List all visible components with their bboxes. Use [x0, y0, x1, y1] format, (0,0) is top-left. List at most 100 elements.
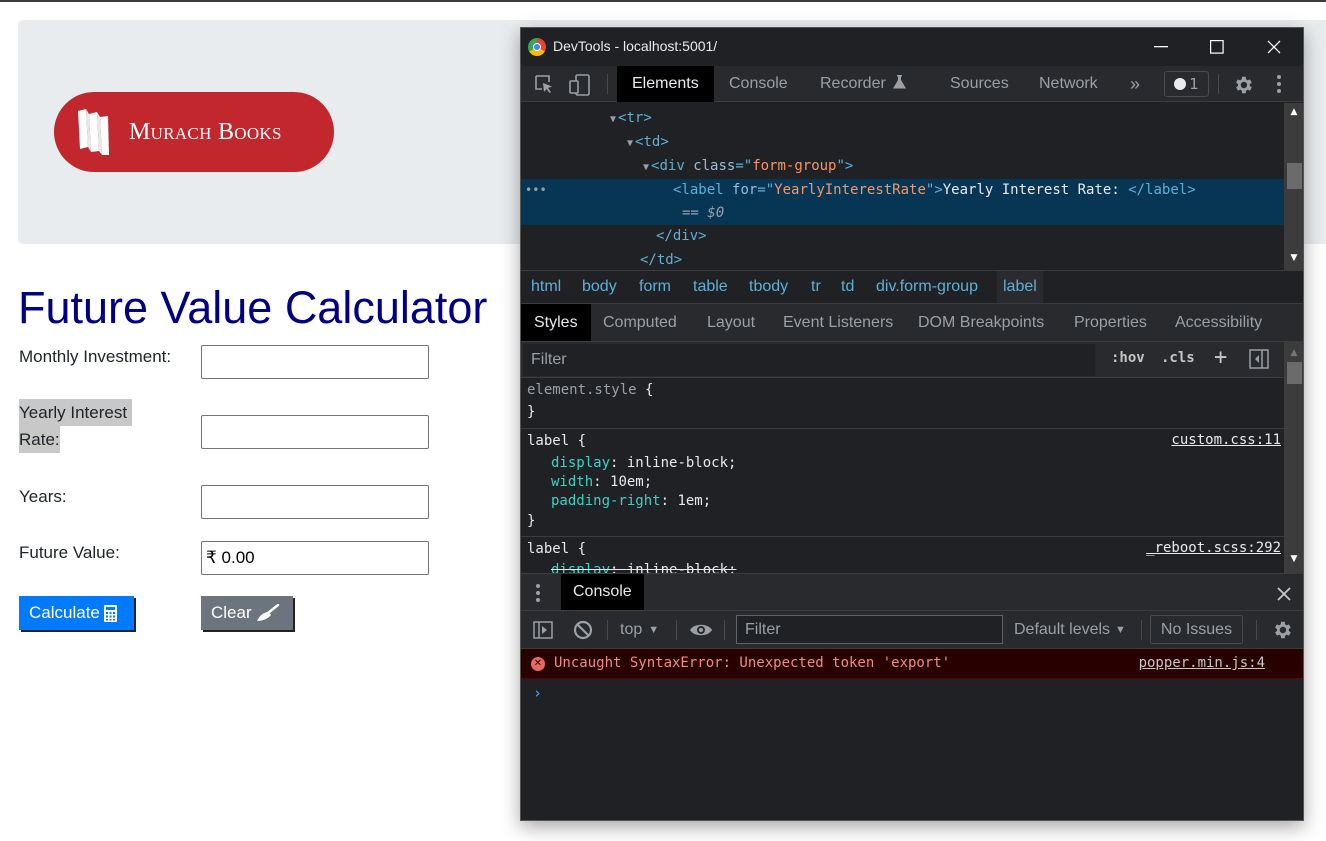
dom-node-div-close[interactable]: </div> — [521, 225, 1284, 248]
source-link-reboot-scss[interactable]: _reboot.scss:292 — [1146, 540, 1281, 556]
expand-triangle-icon[interactable]: ▼ — [610, 114, 616, 125]
minimize-button[interactable] — [1141, 34, 1181, 60]
dom-tree-scrollbar[interactable]: ▲ ▼ — [1284, 103, 1303, 270]
window-title: DevTools - localhost:5001/ — [553, 38, 718, 54]
dom-node-label-selected[interactable]: ••• <label for="YearlyInterestRate">Year… — [521, 179, 1284, 225]
scroll-down-arrow-icon[interactable]: ▼ — [1284, 554, 1303, 564]
breadcrumb-form[interactable]: form — [633, 271, 677, 303]
dropdown-arrow-icon: ▼ — [1115, 623, 1126, 636]
breadcrumb-tbody[interactable]: tbody — [743, 271, 794, 303]
breadcrumb-html[interactable]: html — [525, 271, 567, 303]
error-source-link[interactable]: popper.min.js:4 — [1139, 655, 1265, 671]
console-error-message[interactable]: ✕ Uncaught SyntaxError: Unexpected token… — [521, 649, 1303, 679]
no-issues-button[interactable]: No Issues — [1150, 615, 1243, 644]
dom-node-div-form-group[interactable]: ▼ <div class="form-group"> — [521, 155, 1284, 178]
css-property[interactable]: padding-right: 1em; — [551, 492, 711, 511]
tab-styles[interactable]: Styles — [521, 304, 591, 341]
breadcrumb-div-form-group[interactable]: div.form-group — [870, 271, 984, 303]
style-rule-label-custom[interactable]: label { custom.css:11 display: inline-bl… — [521, 429, 1284, 537]
error-icon: ✕ — [531, 657, 545, 671]
breadcrumb-label[interactable]: label — [997, 271, 1043, 303]
new-style-rule-button[interactable]: + — [1214, 345, 1227, 370]
style-rule-element-style[interactable]: element.style { } — [521, 378, 1284, 429]
source-link-custom-css[interactable]: custom.css:11 — [1171, 432, 1281, 448]
maximize-button[interactable] — [1197, 34, 1237, 60]
toolbar-separator — [1256, 620, 1257, 640]
tab-network[interactable]: Network — [1024, 66, 1113, 102]
scroll-up-arrow-icon[interactable]: ▲ — [1284, 348, 1303, 358]
tab-sources[interactable]: Sources — [935, 66, 1024, 102]
dom-node-td[interactable]: ▼ <td> — [521, 131, 1284, 154]
devtools-titlebar[interactable]: DevTools - localhost:5001/ — [521, 28, 1303, 66]
drawer-tab-console[interactable]: Console — [561, 574, 644, 610]
broom-icon — [256, 604, 280, 622]
close-drawer-icon[interactable] — [1277, 581, 1291, 607]
device-toolbar-icon[interactable] — [569, 74, 590, 96]
settings-gear-icon[interactable] — [1232, 74, 1252, 94]
console-output[interactable] — [521, 679, 1303, 820]
log-levels-dropdown[interactable]: Default levels ▼ — [1014, 611, 1126, 648]
clear-button-label: Clear — [211, 603, 252, 622]
console-prompt-chevron-icon[interactable]: › — [533, 684, 542, 702]
context-selector[interactable]: top ▼ — [620, 611, 659, 648]
calculate-button[interactable]: Calculate — [19, 596, 134, 630]
toolbar-separator — [607, 620, 608, 640]
dom-node-tr[interactable]: ▼ <tr> — [521, 107, 1284, 130]
tab-elements[interactable]: Elements — [617, 66, 714, 102]
breadcrumb-table[interactable]: table — [687, 271, 734, 303]
breadcrumb-td[interactable]: td — [835, 271, 860, 303]
live-expression-eye-icon[interactable] — [689, 611, 713, 648]
scroll-down-arrow-icon[interactable]: ▼ — [1284, 253, 1303, 263]
console-filter-input[interactable]: Filter — [736, 615, 1003, 644]
styles-scrollbar[interactable]: ▲ ▼ — [1284, 342, 1303, 573]
show-sidebar-icon[interactable] — [533, 611, 553, 648]
years-input[interactable] — [201, 485, 429, 519]
tab-properties[interactable]: Properties — [1061, 304, 1160, 341]
toolbar-separator — [676, 620, 677, 640]
css-property-overridden[interactable]: display: inline-block; — [551, 561, 736, 573]
styles-sidebar-tabs: Styles Computed Layout Event Listeners D… — [521, 304, 1303, 342]
books-icon — [78, 109, 109, 155]
dom-node-td-close[interactable]: </td> — [521, 249, 1284, 272]
clear-button[interactable]: Clear — [201, 596, 293, 630]
tab-accessibility[interactable]: Accessibility — [1162, 304, 1275, 341]
breadcrumb-body[interactable]: body — [576, 271, 623, 303]
console-settings-gear-icon[interactable] — [1271, 611, 1293, 648]
toggle-sidebar-icon[interactable] — [1249, 349, 1269, 373]
node-actions-ellipsis-icon[interactable]: ••• — [525, 179, 547, 202]
tab-console[interactable]: Console — [714, 66, 803, 102]
tab-layout[interactable]: Layout — [694, 304, 768, 341]
expand-triangle-icon[interactable]: ▼ — [627, 138, 633, 149]
close-window-button[interactable] — [1254, 34, 1294, 60]
scrollbar-thumb[interactable] — [1287, 163, 1302, 189]
yearly-interest-rate-input[interactable] — [201, 415, 429, 449]
tab-recorder[interactable]: Recorder — [805, 66, 921, 102]
styles-filter-input[interactable]: Filter — [523, 344, 1095, 376]
browser-top-border — [0, 0, 1326, 2]
scrollbar-thumb[interactable] — [1287, 362, 1302, 384]
scroll-up-arrow-icon[interactable]: ▲ — [1284, 107, 1303, 117]
selected-node-ref: == $0 — [682, 205, 725, 221]
drawer-menu-kebab-icon[interactable] — [536, 584, 540, 602]
more-options-kebab-icon[interactable] — [1276, 74, 1296, 94]
toolbar-separator — [1218, 74, 1219, 94]
styles-pane: element.style { } label { custom.css:11 … — [521, 378, 1284, 573]
more-tabs-button[interactable]: » — [1115, 66, 1155, 102]
expand-triangle-icon[interactable]: ▼ — [643, 162, 649, 173]
hover-state-toggle[interactable]: :hov — [1111, 350, 1145, 366]
issue-dot-icon — [1174, 78, 1187, 90]
issues-counter[interactable]: 1 — [1164, 71, 1209, 97]
style-rule-label-reboot[interactable]: label { _reboot.scss:292 display: inline… — [521, 537, 1284, 573]
tab-dom-breakpoints[interactable]: DOM Breakpoints — [905, 304, 1057, 341]
tab-computed[interactable]: Computed — [590, 304, 690, 341]
breadcrumb-tr[interactable]: tr — [805, 271, 827, 303]
murach-books-logo[interactable]: Murach Books — [54, 92, 334, 172]
tab-event-listeners[interactable]: Event Listeners — [770, 304, 906, 341]
inspect-element-icon[interactable] — [534, 74, 554, 94]
yearly-interest-rate-label-line1: Yearly Interest — [19, 399, 133, 426]
class-toggle[interactable]: .cls — [1161, 350, 1195, 366]
css-property[interactable]: display: inline-block; — [551, 454, 736, 473]
clear-console-icon[interactable] — [573, 611, 593, 648]
css-property[interactable]: width: 10em; — [551, 473, 652, 492]
monthly-investment-input[interactable] — [201, 345, 429, 379]
